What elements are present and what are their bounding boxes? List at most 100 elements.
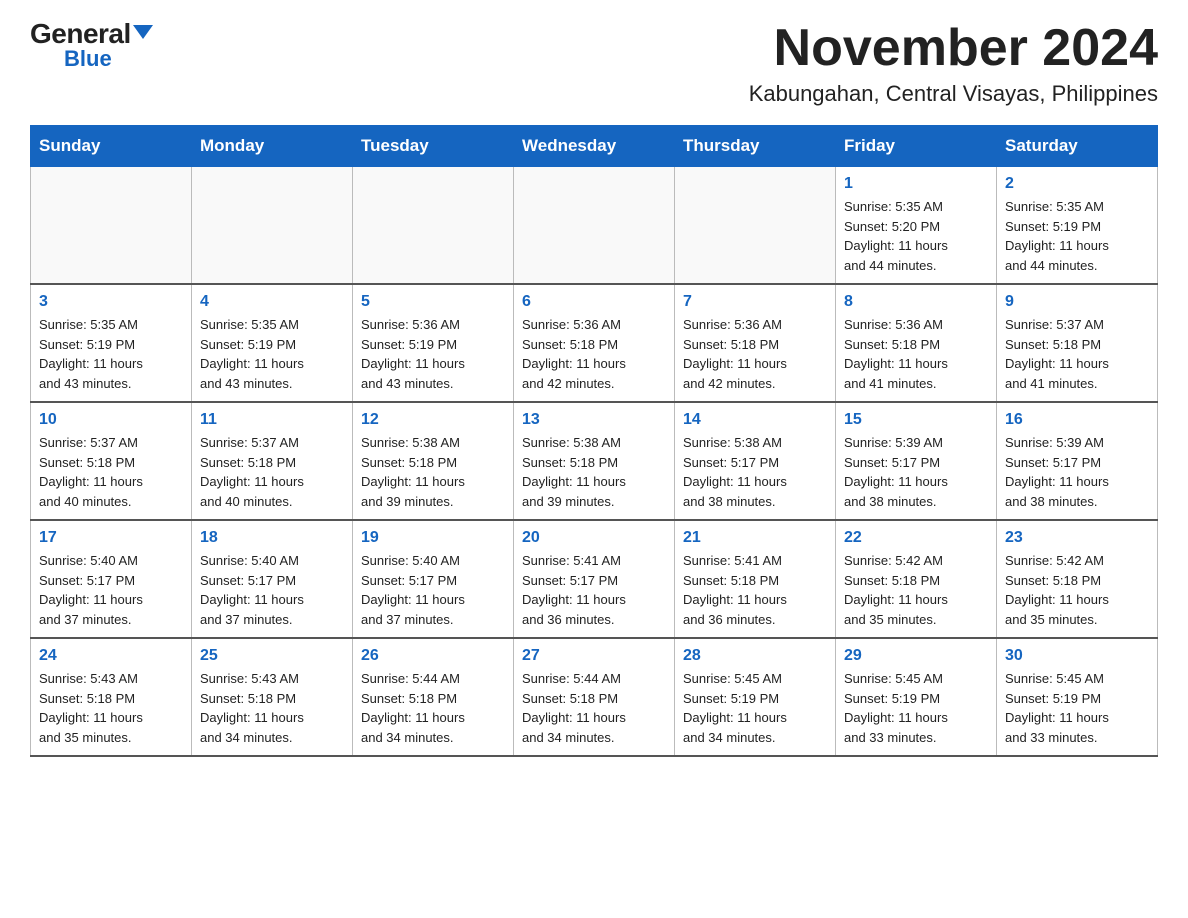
logo-triangle-icon [133, 25, 153, 39]
day-info: Sunrise: 5:40 AM Sunset: 5:17 PM Dayligh… [39, 551, 183, 629]
calendar-week-row: 24 Sunrise: 5:43 AM Sunset: 5:18 PM Dayli… [31, 638, 1158, 756]
day-number: 13 [522, 411, 666, 429]
day-number: 5 [361, 293, 505, 311]
calendar-cell: 29Sunrise: 5:45 AM Sunset: 5:19 PM Dayli… [836, 638, 997, 756]
day-info: Sunrise: 5:43 AM Sunset: 5:18 PM Dayligh… [39, 669, 183, 747]
day-number: 28 [683, 647, 827, 665]
calendar-cell [31, 167, 192, 285]
page-title: November 2024 [749, 20, 1158, 77]
day-number: 15 [844, 411, 988, 429]
day-number: 12 [361, 411, 505, 429]
calendar-header-saturday: Saturday [997, 126, 1158, 167]
day-info: Sunrise: 5:45 AM Sunset: 5:19 PM Dayligh… [683, 669, 827, 747]
calendar-cell: 1 Sunrise: 5:35 AM Sunset: 5:20 PM Daylig… [836, 167, 997, 285]
day-number: 24 [39, 647, 183, 665]
day-number: 7 [683, 293, 827, 311]
calendar-header-tuesday: Tuesday [353, 126, 514, 167]
day-number: 30 [1005, 647, 1149, 665]
day-info: Sunrise: 5:41 AM Sunset: 5:18 PM Dayligh… [683, 551, 827, 629]
calendar-header-friday: Friday [836, 126, 997, 167]
day-info: Sunrise: 5:35 AM Sunset: 5:19 PM Dayligh… [200, 315, 344, 393]
day-number: 3 [39, 293, 183, 311]
day-info: Sunrise: 5:36 AM Sunset: 5:19 PM Dayligh… [361, 315, 505, 393]
page-subtitle: Kabungahan, Central Visayas, Philippines [749, 81, 1158, 107]
day-number: 21 [683, 529, 827, 547]
day-number: 6 [522, 293, 666, 311]
calendar-week-row: 3 Sunrise: 5:35 AM Sunset: 5:19 PM Daylig… [31, 284, 1158, 402]
day-info: Sunrise: 5:44 AM Sunset: 5:18 PM Dayligh… [361, 669, 505, 747]
day-number: 4 [200, 293, 344, 311]
day-number: 20 [522, 529, 666, 547]
logo-blue-text: Blue [64, 48, 112, 70]
day-info: Sunrise: 5:42 AM Sunset: 5:18 PM Dayligh… [1005, 551, 1149, 629]
day-number: 18 [200, 529, 344, 547]
day-number: 19 [361, 529, 505, 547]
calendar-cell: 17 Sunrise: 5:40 AM Sunset: 5:17 PM Dayli… [31, 520, 192, 638]
day-number: 11 [200, 411, 344, 429]
calendar-cell: 6 Sunrise: 5:36 AM Sunset: 5:18 PM Daylig… [514, 284, 675, 402]
day-info: Sunrise: 5:38 AM Sunset: 5:18 PM Dayligh… [361, 433, 505, 511]
calendar-cell: 20 Sunrise: 5:41 AM Sunset: 5:17 PM Dayli… [514, 520, 675, 638]
calendar-header-thursday: Thursday [675, 126, 836, 167]
day-number: 14 [683, 411, 827, 429]
calendar-cell: 21 Sunrise: 5:41 AM Sunset: 5:18 PM Dayli… [675, 520, 836, 638]
page-header: General Blue November 2024 Kabungahan, C… [30, 20, 1158, 107]
day-info: Sunrise: 5:37 AM Sunset: 5:18 PM Dayligh… [1005, 315, 1149, 393]
day-number: 17 [39, 529, 183, 547]
day-info: Sunrise: 5:36 AM Sunset: 5:18 PM Dayligh… [683, 315, 827, 393]
calendar-cell: 16 Sunrise: 5:39 AM Sunset: 5:17 PM Dayli… [997, 402, 1158, 520]
day-number: 1 [844, 175, 988, 193]
day-number: 9 [1005, 293, 1149, 311]
calendar-cell [192, 167, 353, 285]
day-info: Sunrise: 5:45 AM Sunset: 5:19 PM Dayligh… [844, 669, 988, 747]
day-info: Sunrise: 5:42 AM Sunset: 5:18 PM Dayligh… [844, 551, 988, 629]
calendar-cell: 24 Sunrise: 5:43 AM Sunset: 5:18 PM Dayli… [31, 638, 192, 756]
calendar-header-sunday: Sunday [31, 126, 192, 167]
calendar-week-row: 1 Sunrise: 5:35 AM Sunset: 5:20 PM Daylig… [31, 167, 1158, 285]
day-info: Sunrise: 5:36 AM Sunset: 5:18 PM Dayligh… [844, 315, 988, 393]
calendar-cell: 7 Sunrise: 5:36 AM Sunset: 5:18 PM Daylig… [675, 284, 836, 402]
calendar-cell: 23 Sunrise: 5:42 AM Sunset: 5:18 PM Dayli… [997, 520, 1158, 638]
calendar-cell: 15 Sunrise: 5:39 AM Sunset: 5:17 PM Dayli… [836, 402, 997, 520]
day-info: Sunrise: 5:39 AM Sunset: 5:17 PM Dayligh… [1005, 433, 1149, 511]
day-number: 23 [1005, 529, 1149, 547]
calendar-header-monday: Monday [192, 126, 353, 167]
calendar-cell [675, 167, 836, 285]
calendar-cell: 26Sunrise: 5:44 AM Sunset: 5:18 PM Dayli… [353, 638, 514, 756]
day-info: Sunrise: 5:41 AM Sunset: 5:17 PM Dayligh… [522, 551, 666, 629]
calendar-cell: 4 Sunrise: 5:35 AM Sunset: 5:19 PM Daylig… [192, 284, 353, 402]
day-number: 8 [844, 293, 988, 311]
calendar-cell: 13Sunrise: 5:38 AM Sunset: 5:18 PM Dayli… [514, 402, 675, 520]
day-info: Sunrise: 5:45 AM Sunset: 5:19 PM Dayligh… [1005, 669, 1149, 747]
day-info: Sunrise: 5:39 AM Sunset: 5:17 PM Dayligh… [844, 433, 988, 511]
day-number: 25 [200, 647, 344, 665]
day-info: Sunrise: 5:37 AM Sunset: 5:18 PM Dayligh… [200, 433, 344, 511]
calendar-cell: 8 Sunrise: 5:36 AM Sunset: 5:18 PM Daylig… [836, 284, 997, 402]
calendar-cell: 10Sunrise: 5:37 AM Sunset: 5:18 PM Dayli… [31, 402, 192, 520]
calendar-cell: 18Sunrise: 5:40 AM Sunset: 5:17 PM Dayli… [192, 520, 353, 638]
day-info: Sunrise: 5:43 AM Sunset: 5:18 PM Dayligh… [200, 669, 344, 747]
calendar-cell: 30 Sunrise: 5:45 AM Sunset: 5:19 PM Dayli… [997, 638, 1158, 756]
calendar-header-row: SundayMondayTuesdayWednesdayThursdayFrid… [31, 126, 1158, 167]
day-info: Sunrise: 5:40 AM Sunset: 5:17 PM Dayligh… [361, 551, 505, 629]
logo-general-text: General [30, 20, 131, 48]
calendar-cell: 11 Sunrise: 5:37 AM Sunset: 5:18 PM Dayli… [192, 402, 353, 520]
day-number: 16 [1005, 411, 1149, 429]
title-block: November 2024 Kabungahan, Central Visaya… [749, 20, 1158, 107]
calendar-cell: 27Sunrise: 5:44 AM Sunset: 5:18 PM Dayli… [514, 638, 675, 756]
calendar-cell: 5 Sunrise: 5:36 AM Sunset: 5:19 PM Daylig… [353, 284, 514, 402]
calendar-table: SundayMondayTuesdayWednesdayThursdayFrid… [30, 125, 1158, 757]
calendar-cell: 9 Sunrise: 5:37 AM Sunset: 5:18 PM Daylig… [997, 284, 1158, 402]
day-info: Sunrise: 5:35 AM Sunset: 5:19 PM Dayligh… [39, 315, 183, 393]
day-info: Sunrise: 5:35 AM Sunset: 5:20 PM Dayligh… [844, 197, 988, 275]
calendar-header-wednesday: Wednesday [514, 126, 675, 167]
calendar-cell: 22Sunrise: 5:42 AM Sunset: 5:18 PM Dayli… [836, 520, 997, 638]
calendar-cell [353, 167, 514, 285]
day-info: Sunrise: 5:36 AM Sunset: 5:18 PM Dayligh… [522, 315, 666, 393]
day-info: Sunrise: 5:37 AM Sunset: 5:18 PM Dayligh… [39, 433, 183, 511]
calendar-cell: 19 Sunrise: 5:40 AM Sunset: 5:17 PM Dayli… [353, 520, 514, 638]
day-number: 27 [522, 647, 666, 665]
calendar-cell: 28 Sunrise: 5:45 AM Sunset: 5:19 PM Dayli… [675, 638, 836, 756]
calendar-week-row: 17 Sunrise: 5:40 AM Sunset: 5:17 PM Dayli… [31, 520, 1158, 638]
day-info: Sunrise: 5:38 AM Sunset: 5:17 PM Dayligh… [683, 433, 827, 511]
